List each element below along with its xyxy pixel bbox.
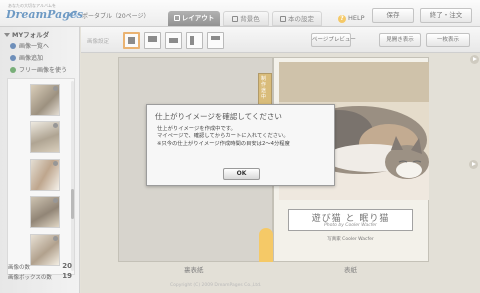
ok-button[interactable]: OK [223,168,260,180]
dialog-title: 仕上がりイメージを確認してください [155,112,282,121]
dialog-line: ※只今の仕上がりイメージ作成時間の目安は2〜4分程度 [157,140,290,147]
dialog-line: マイページで、確認してからカートに入れてください。 [157,133,289,140]
preview-confirm-dialog: 仕上がりイメージを確認してください 仕上がりイメージを作成中です。 マイページで… [146,104,335,186]
dialog-message: 仕上がりイメージを作成中です。 マイページで、確認してからカートに入れてください… [157,126,290,148]
